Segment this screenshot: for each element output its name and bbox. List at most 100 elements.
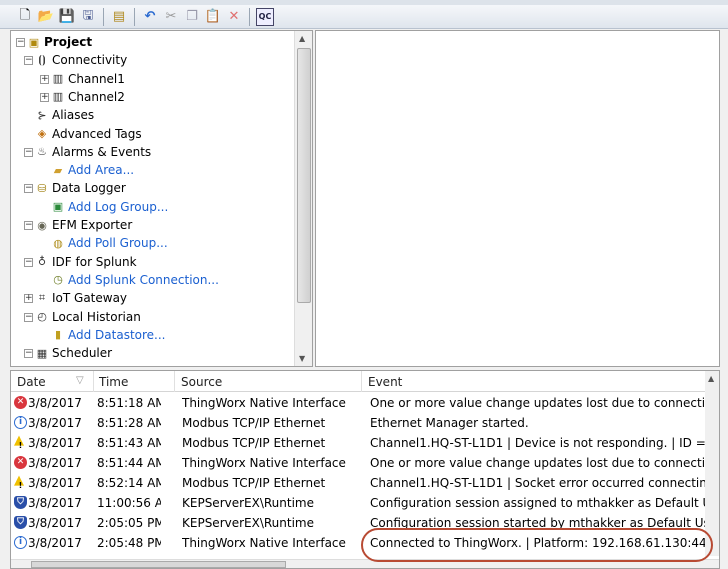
- collapse-button[interactable]: −: [16, 38, 25, 47]
- collapse-button[interactable]: −: [24, 257, 33, 267]
- log-row[interactable]: ✕ 3/8/2017 8:51:18 AM ThingWorx Native Inte…: [11, 393, 707, 413]
- add-poll-group-icon: ◍: [53, 236, 63, 250]
- column-date[interactable]: Date: [17, 375, 46, 389]
- add-datastore-icon: ▮: [54, 328, 62, 342]
- tree-item-label: Channel2: [68, 89, 125, 104]
- sort-icon: ▽: [76, 375, 84, 386]
- project-tree: − ▣ Project − ⦗⦘ Connectivity + ▥ Channel1 + ▥ Chan…: [10, 30, 313, 367]
- efm-icon: ◉: [37, 218, 47, 232]
- toolbar: 🗋 📂 💾 🖫 ▤ ↶ ✂ ❐ 📋 ✕ QC: [0, 5, 728, 29]
- log-time: 2:05:48 PM: [97, 536, 161, 550]
- log-time: 8:52:14 AM: [97, 476, 161, 490]
- tree-item-label: Advanced Tags: [52, 126, 142, 141]
- toolbar-separator: [134, 7, 135, 26]
- add-log-group-icon: ▣: [52, 200, 64, 214]
- tree-item[interactable]: ◍ Add Poll Group...: [51, 234, 168, 252]
- tree-item[interactable]: ▣ Project: [27, 33, 92, 51]
- log-row[interactable]: ✕ 3/8/2017 8:51:44 AM ThingWorx Native Inte…: [11, 453, 707, 473]
- log-date: 3/8/2017: [28, 396, 82, 410]
- log-date: 3/8/2017: [28, 496, 82, 510]
- log-row[interactable]: ▲! 3/8/2017 8:52:14 AM Modbus TCP/IP Ethern…: [11, 473, 707, 493]
- info-icon: i: [14, 416, 27, 429]
- expand-button[interactable]: +: [40, 92, 49, 102]
- collapse-button[interactable]: −: [24, 221, 33, 230]
- tree-item[interactable]: ▥ Channel2: [51, 88, 125, 106]
- tree-item[interactable]: ⛁ Data Logger: [35, 179, 125, 197]
- log-time: 8:51:44 AM: [97, 456, 161, 470]
- collapse-button[interactable]: −: [24, 349, 33, 359]
- log-date: 3/8/2017: [28, 456, 82, 470]
- properties-icon[interactable]: ▤: [110, 8, 128, 26]
- tree-item[interactable]: ⦗⦘ Connectivity: [35, 51, 127, 69]
- security-icon: ⛉: [14, 516, 27, 529]
- scheduler-icon: ▦: [36, 346, 48, 360]
- column-event[interactable]: Event: [368, 375, 402, 389]
- tree-item-label: Add Poll Group...: [68, 236, 168, 251]
- log-date: 3/8/2017: [28, 436, 82, 450]
- log-time: 8:51:43 AM: [97, 436, 161, 450]
- log-event: One or more value change updates lost du…: [370, 396, 707, 410]
- tree-item-label: IoT Gateway: [52, 291, 128, 306]
- data-logger-icon: ⛁: [37, 181, 47, 195]
- log-row[interactable]: i 3/8/2017 8:51:28 AM Modbus TCP/IP Etherne…: [11, 413, 707, 433]
- expand-button[interactable]: +: [40, 74, 49, 84]
- column-source[interactable]: Source: [181, 375, 222, 389]
- channel-icon: ▥: [52, 90, 64, 104]
- open-icon[interactable]: 📂: [37, 8, 55, 26]
- save-icon[interactable]: 💾: [58, 8, 76, 26]
- new-icon[interactable]: 🗋: [16, 8, 34, 26]
- tree-item-label: Add Log Group...: [68, 199, 169, 214]
- project-icon: ▣: [28, 35, 40, 49]
- add-area-icon: ▰: [53, 163, 63, 177]
- tree-item[interactable]: ♁ IDF for Splunk: [35, 253, 137, 271]
- tree-item-label: IDF for Splunk: [52, 254, 137, 269]
- scroll-up-arrow[interactable]: ▲: [299, 34, 305, 43]
- alarm-icon: ♨: [37, 145, 47, 159]
- splunk-icon: ♁: [37, 255, 47, 269]
- tree-item-label: Aliases: [52, 108, 95, 123]
- scroll-down-arrow[interactable]: ▼: [299, 354, 305, 363]
- tree-item[interactable]: ▣ Add Log Group...: [51, 198, 168, 216]
- tree-item[interactable]: ♨ Alarms & Events: [35, 143, 151, 161]
- copy-icon[interactable]: ❐: [183, 8, 201, 26]
- delete-icon[interactable]: ✕: [225, 8, 243, 26]
- expand-button[interactable]: +: [24, 294, 33, 304]
- add-splunk-icon: ◷: [53, 273, 63, 287]
- detail-pane: [315, 30, 720, 367]
- tree-item[interactable]: ▦ Scheduler: [35, 344, 112, 362]
- save-as-icon[interactable]: 🖫: [79, 8, 97, 26]
- undo-icon[interactable]: ↶: [141, 8, 159, 26]
- tree-item[interactable]: ▮ Add Datastore...: [51, 326, 166, 344]
- tree-item[interactable]: ◴ Local Historian: [35, 308, 141, 326]
- log-event: Channel1.HQ-ST-L1D1 | Socket error occur…: [370, 476, 707, 490]
- collapse-button[interactable]: −: [24, 184, 33, 194]
- collapse-button[interactable]: −: [24, 312, 33, 322]
- tree-item[interactable]: ⊱ Aliases: [35, 106, 94, 124]
- log-date: 3/8/2017: [28, 536, 82, 550]
- tree-item[interactable]: ◉ EFM Exporter: [35, 216, 132, 234]
- log-vertical-scrollbar[interactable]: ▲: [705, 371, 719, 556]
- cut-icon[interactable]: ✂: [162, 8, 180, 26]
- tree-item[interactable]: ▰ Add Area...: [51, 161, 134, 179]
- paste-icon[interactable]: 📋: [204, 8, 222, 26]
- iot-gateway-icon: ⌗: [38, 291, 46, 305]
- log-row[interactable]: ▲! 3/8/2017 8:51:43 AM Modbus TCP/IP Ethern…: [11, 433, 707, 453]
- log-event: Configuration session assigned to mthakk…: [370, 496, 707, 510]
- scroll-thumb[interactable]: [31, 561, 286, 568]
- tree-item[interactable]: ◷ Add Splunk Connection...: [51, 271, 219, 289]
- log-time: 2:05:05 PM: [97, 516, 161, 530]
- advanced-tags-icon: ◈: [37, 127, 47, 140]
- log-row[interactable]: ⛉3/8/2017 11:00:56 AM KEPServerEX\Runtime C…: [11, 493, 707, 513]
- log-date: 3/8/2017: [28, 416, 82, 430]
- tree-scrollbar[interactable]: ▲ ▼: [294, 31, 312, 366]
- tree-item[interactable]: ◈ Advanced Tags: [35, 125, 142, 143]
- collapse-button[interactable]: −: [24, 56, 33, 66]
- quick-client-icon[interactable]: QC: [256, 7, 274, 26]
- log-source: Modbus TCP/IP Ethernet: [182, 436, 326, 450]
- tree-item[interactable]: ⌗ IoT Gateway: [35, 289, 127, 307]
- tree-item[interactable]: ▥ Channel1: [51, 70, 125, 88]
- column-time[interactable]: Time: [99, 375, 128, 389]
- collapse-button[interactable]: −: [24, 147, 33, 157]
- tree-item-label: Project: [44, 35, 93, 49]
- scroll-thumb[interactable]: [297, 48, 311, 303]
